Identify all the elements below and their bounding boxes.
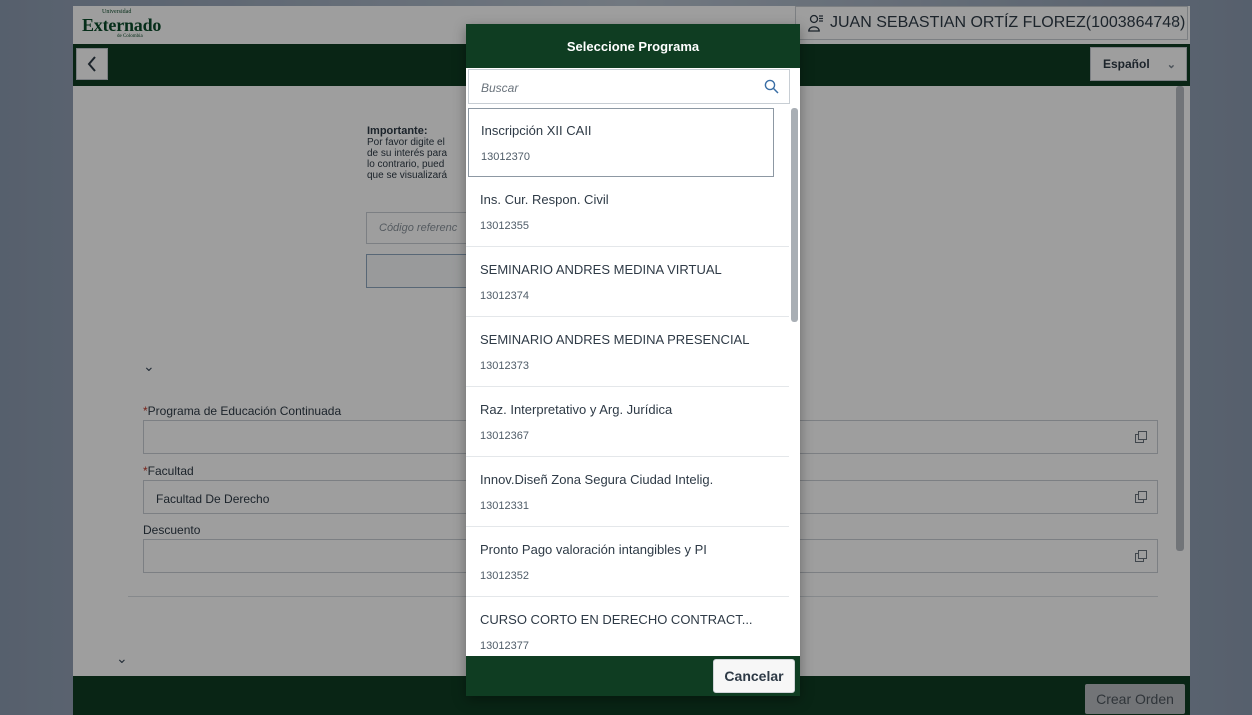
list-item[interactable]: Inscripción XII CAII 13012370 — [468, 108, 774, 177]
cancel-button[interactable]: Cancelar — [713, 659, 795, 693]
program-title: Ins. Cur. Respon. Civil — [480, 192, 609, 207]
program-code: 13012374 — [480, 290, 529, 302]
program-title: Innov.Diseñ Zona Segura Ciudad Intelig. — [480, 472, 714, 487]
search-input[interactable] — [479, 77, 763, 99]
scrollbar-thumb[interactable] — [791, 108, 798, 322]
list-item[interactable]: Ins. Cur. Respon. Civil 13012355 — [466, 178, 789, 247]
program-list: Inscripción XII CAII 13012370 Ins. Cur. … — [466, 108, 789, 656]
dialog-footer: Cancelar — [466, 656, 800, 696]
program-code: 13012331 — [480, 500, 529, 512]
dialog-title: Seleccione Programa — [466, 24, 800, 68]
list-item[interactable]: SEMINARIO ANDRES MEDINA PRESENCIAL 13012… — [466, 318, 789, 387]
program-code: 13012355 — [480, 220, 529, 232]
program-title: Raz. Interpretativo y Arg. Jurídica — [480, 402, 673, 417]
program-code: 13012370 — [481, 151, 530, 163]
program-code: 13012377 — [480, 640, 529, 652]
program-code: 13012373 — [480, 360, 529, 372]
program-title: CURSO CORTO EN DERECHO CONTRACT... — [480, 612, 753, 627]
list-item[interactable]: Innov.Diseñ Zona Segura Ciudad Intelig. … — [466, 458, 789, 527]
list-item[interactable]: CURSO CORTO EN DERECHO CONTRACT... 13012… — [466, 598, 789, 656]
search-field[interactable] — [468, 69, 790, 104]
program-title: Inscripción XII CAII — [481, 123, 592, 138]
list-item[interactable]: Pronto Pago valoración intangibles y PI … — [466, 528, 789, 597]
list-item[interactable]: Raz. Interpretativo y Arg. Jurídica 1301… — [466, 388, 789, 457]
search-icon[interactable] — [764, 79, 779, 94]
dialog-scrollbar[interactable] — [790, 108, 798, 656]
program-code: 13012352 — [480, 570, 529, 582]
select-program-dialog: Seleccione Programa Inscripción XII CAII… — [466, 24, 800, 696]
program-title: SEMINARIO ANDRES MEDINA VIRTUAL — [480, 262, 722, 277]
program-code: 13012367 — [480, 430, 529, 442]
program-title: Pronto Pago valoración intangibles y PI — [480, 542, 707, 557]
program-title: SEMINARIO ANDRES MEDINA PRESENCIAL — [480, 332, 750, 347]
list-item[interactable]: SEMINARIO ANDRES MEDINA VIRTUAL 13012374 — [466, 248, 789, 317]
